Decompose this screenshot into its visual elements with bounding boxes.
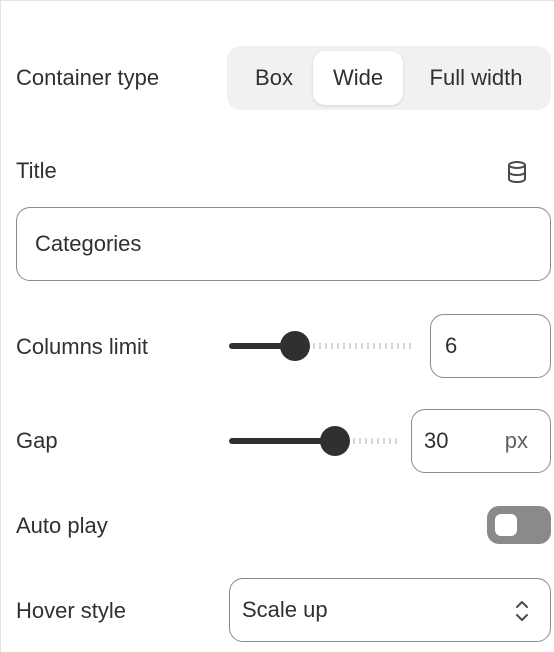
segment-wide[interactable]: Wide — [313, 51, 403, 105]
hover-style-value: Scale up — [242, 597, 328, 622]
hover-style-select[interactable]: Scale up — [229, 578, 551, 642]
segment-full-width[interactable]: Full width — [407, 51, 545, 105]
hover-style-label: Hover style — [16, 598, 127, 623]
container-type-segmented-control: Box Wide Full width — [227, 46, 551, 110]
segment-box[interactable]: Box — [235, 51, 313, 105]
toggle-knob — [495, 514, 517, 536]
gap-value: 30 — [424, 428, 449, 453]
gap-label: Gap — [16, 428, 58, 453]
columns-limit-value: 6 — [445, 333, 458, 358]
database-icon[interactable] — [504, 159, 530, 190]
columns-limit-input[interactable]: 6 — [430, 314, 551, 378]
auto-play-label: Auto play — [16, 513, 108, 538]
title-label: Title — [16, 158, 57, 183]
title-input[interactable]: Categories — [16, 207, 551, 281]
columns-limit-slider-thumb[interactable] — [280, 331, 310, 361]
container-type-label: Container type — [16, 65, 160, 90]
chevron-up-down-icon — [514, 597, 530, 631]
auto-play-toggle[interactable] — [487, 506, 551, 544]
gap-input[interactable]: 30 px — [411, 409, 551, 473]
columns-limit-label: Columns limit — [16, 334, 149, 359]
gap-slider-thumb[interactable] — [320, 426, 350, 456]
gap-unit: px — [504, 428, 528, 453]
columns-limit-slider-track[interactable] — [295, 343, 415, 349]
settings-panel: Container type Box Wide Full width Title… — [0, 0, 554, 652]
